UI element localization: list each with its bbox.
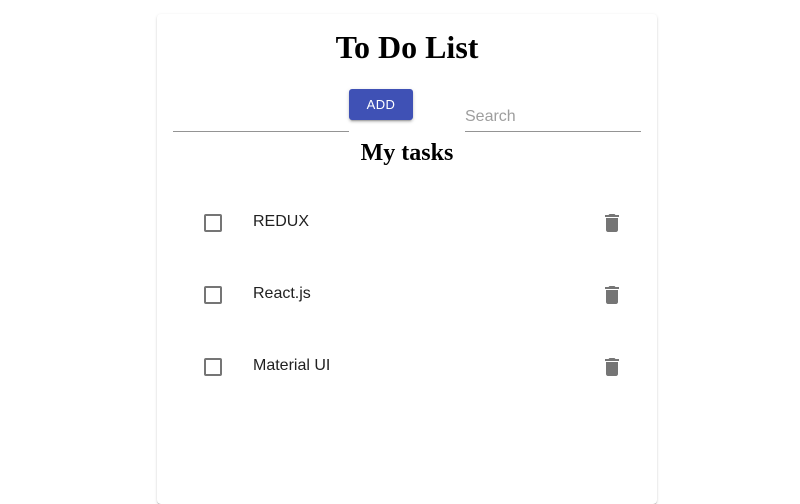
- tasks-section-title: My tasks: [360, 140, 454, 166]
- task-label: Material UI: [253, 357, 331, 374]
- task-item: React.js: [157, 259, 657, 331]
- todo-card: To Do List ADD My tasks REDUX React.js: [157, 14, 657, 504]
- delete-task-button[interactable]: [600, 283, 624, 307]
- task-checkbox[interactable]: [204, 214, 222, 232]
- trash-icon: [605, 214, 619, 232]
- task-checkbox[interactable]: [204, 358, 222, 376]
- delete-task-button[interactable]: [600, 211, 624, 235]
- search-input[interactable]: [465, 102, 641, 132]
- task-checkbox[interactable]: [204, 286, 222, 304]
- task-list: REDUX React.js Material UI: [157, 187, 657, 403]
- task-label: REDUX: [253, 213, 310, 230]
- add-task-button[interactable]: ADD: [349, 89, 413, 120]
- task-item: Material UI: [157, 331, 657, 403]
- delete-task-button[interactable]: [600, 355, 624, 379]
- page-title: To Do List: [335, 29, 479, 65]
- new-task-input[interactable]: [173, 102, 349, 132]
- task-label: React.js: [253, 285, 311, 302]
- task-item: REDUX: [157, 187, 657, 259]
- trash-icon: [605, 286, 619, 304]
- trash-icon: [605, 358, 619, 376]
